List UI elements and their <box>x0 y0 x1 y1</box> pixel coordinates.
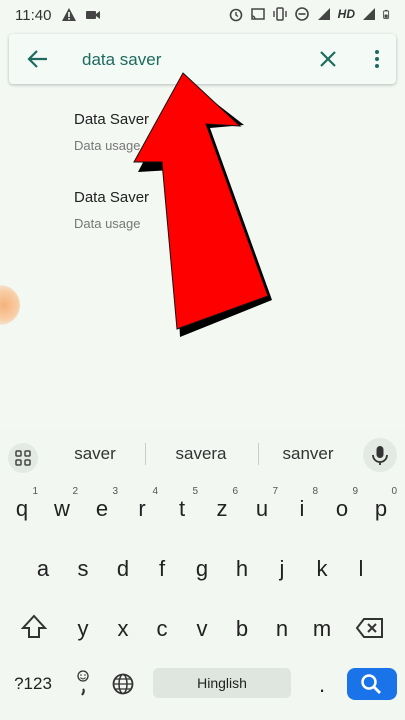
space-bar[interactable]: Hinglish <box>153 668 291 698</box>
red-arrow-annotation <box>133 72 272 337</box>
key-v[interactable]: v <box>184 616 220 642</box>
symbols-key[interactable]: ?123 <box>10 674 56 694</box>
key-l[interactable]: l <box>343 556 379 582</box>
emoji-comma-icon[interactable] <box>72 667 94 699</box>
period-key[interactable]: . <box>304 672 340 698</box>
key-o[interactable]: 9o <box>324 486 360 522</box>
key-i[interactable]: 8i <box>284 486 320 522</box>
key-r[interactable]: 4r <box>124 486 160 522</box>
key-q[interactable]: 1q <box>4 486 40 522</box>
suggestion-2[interactable]: savera <box>146 444 256 464</box>
key-z[interactable]: 6z <box>204 486 240 522</box>
key-a[interactable]: a <box>25 556 61 582</box>
key-g[interactable]: g <box>184 556 220 582</box>
key-d[interactable]: d <box>105 556 141 582</box>
search-icon <box>361 674 381 694</box>
key-j[interactable]: j <box>264 556 300 582</box>
suggestion-bar: saver savera sanver <box>0 430 405 478</box>
key-f[interactable]: f <box>144 556 180 582</box>
suggestion-3[interactable]: sanver <box>253 444 363 464</box>
microphone-icon[interactable] <box>363 438 397 472</box>
key-n[interactable]: n <box>264 616 300 642</box>
backspace-icon[interactable] <box>355 616 385 640</box>
keyboard: saver savera sanver 1q 2w 3e 4r 5t 6z 7u… <box>0 430 405 720</box>
globe-icon[interactable] <box>111 672 135 696</box>
apps-grid-icon[interactable] <box>8 443 38 473</box>
key-x[interactable]: x <box>105 616 141 642</box>
key-k[interactable]: k <box>304 556 340 582</box>
search-key[interactable] <box>347 668 397 700</box>
key-m[interactable]: m <box>304 616 340 642</box>
key-h[interactable]: h <box>224 556 260 582</box>
suggestion-1[interactable]: saver <box>40 444 150 464</box>
key-e[interactable]: 3e <box>84 486 120 522</box>
key-w[interactable]: 2w <box>44 486 80 522</box>
key-b[interactable]: b <box>224 616 260 642</box>
key-s[interactable]: s <box>65 556 101 582</box>
shift-icon[interactable] <box>20 613 48 641</box>
key-p[interactable]: 0p <box>363 486 399 522</box>
key-y[interactable]: y <box>65 616 101 642</box>
key-u[interactable]: 7u <box>244 486 280 522</box>
key-c[interactable]: c <box>144 616 180 642</box>
key-t[interactable]: 5t <box>164 486 200 522</box>
